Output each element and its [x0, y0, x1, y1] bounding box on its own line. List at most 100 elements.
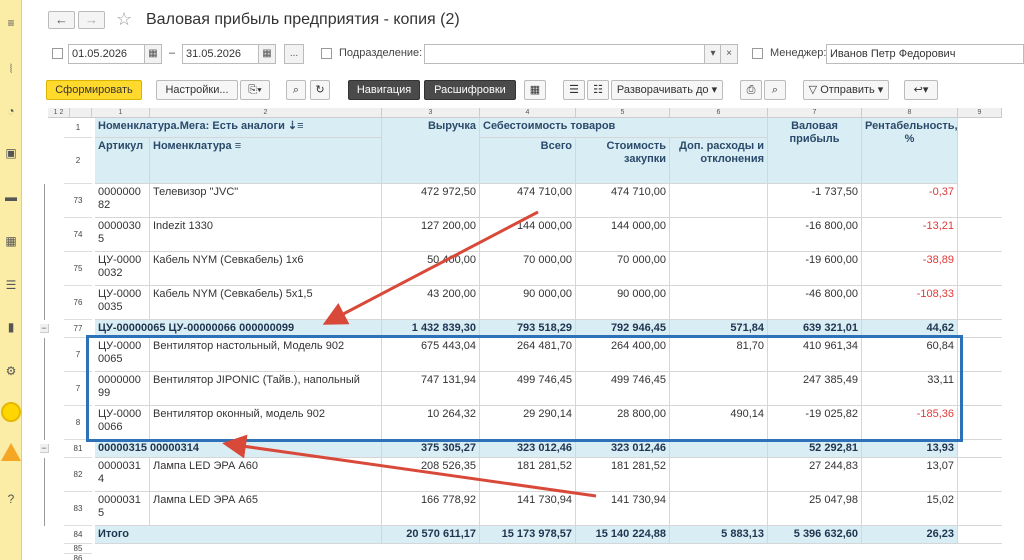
nomenclature-group-header[interactable]: Номенклатура.Мега: Есть аналоги ⇣≡ [95, 118, 382, 138]
revenue-cell[interactable]: 375 305,27 [382, 440, 480, 458]
cost-purchase-cell[interactable]: 181 281,52 [576, 458, 670, 492]
cost-purchase-header[interactable]: Стоимость закупки [576, 138, 670, 184]
cost-total-cell[interactable]: 474 710,00 [480, 184, 576, 218]
cart-icon[interactable]: ▬ [2, 188, 20, 206]
cost-extra-cell[interactable] [670, 458, 768, 492]
decode-button[interactable]: Расшифровки [424, 80, 516, 100]
revenue-cell[interactable]: 50 400,00 [382, 252, 480, 286]
collapse-group-button[interactable]: − [40, 324, 49, 333]
calendar-from-icon[interactable]: ▦ [144, 44, 162, 64]
cost-total-cell[interactable]: 70 000,00 [480, 252, 576, 286]
cost-extra-cell[interactable] [670, 440, 768, 458]
gross-profit-cell[interactable]: -19 600,00 [768, 252, 862, 286]
navigation-button[interactable]: Навигация [348, 80, 420, 100]
nomenclature-header[interactable]: Номенклатура ≡ [150, 138, 382, 184]
cost-total-cell[interactable]: 323 012,46 [480, 440, 576, 458]
period-checkbox[interactable] [52, 48, 63, 59]
cost-extra-cell[interactable] [670, 218, 768, 252]
article-cell[interactable]: 0000031 4 [95, 458, 150, 492]
cost-purchase-cell[interactable]: 323 012,46 [576, 440, 670, 458]
outline-level-buttons[interactable]: 1 2 [48, 108, 70, 118]
nomenclature-cell[interactable]: Кабель NYM (Севкабель) 5х1,5 [150, 286, 382, 320]
cost-extra-cell[interactable]: 5 883,13 [670, 526, 768, 544]
cost-total-cell[interactable]: 141 730,94 [480, 492, 576, 526]
cost-total-cell[interactable]: 181 281,52 [480, 458, 576, 492]
cost-purchase-cell[interactable]: 90 000,00 [576, 286, 670, 320]
pie-icon[interactable]: ◔ [2, 102, 20, 120]
gross-profit-cell[interactable]: -1 737,50 [768, 184, 862, 218]
undo-button[interactable]: ↩▾ [904, 80, 938, 100]
article-cell[interactable]: 0000031 5 [95, 492, 150, 526]
division-clear-icon[interactable]: × [720, 44, 738, 64]
collapse-icon[interactable]: ☷ [587, 80, 609, 100]
profitability-cell[interactable]: 13,93 [862, 440, 958, 458]
cost-purchase-cell[interactable]: 141 730,94 [576, 492, 670, 526]
bar-chart-icon[interactable]: ▮ [2, 318, 20, 336]
cost-purchase-cell[interactable]: 474 710,00 [576, 184, 670, 218]
article-cell[interactable]: ЦУ-0000 0035 [95, 286, 150, 320]
profitability-header[interactable]: Рентабельность, % [862, 118, 958, 184]
gear-icon[interactable]: ⚙ [2, 362, 20, 380]
article-cell[interactable]: 0000030 5 [95, 218, 150, 252]
article-cell[interactable]: ЦУ-0000 0032 [95, 252, 150, 286]
cost-total-header[interactable]: Всего [480, 138, 576, 184]
generate-button[interactable]: Сформировать [46, 80, 142, 100]
forward-button[interactable]: → [78, 11, 105, 29]
send-button[interactable]: ▽ Отправить ▾ [803, 80, 889, 100]
date-to-field[interactable]: 31.05.2026 [182, 44, 260, 64]
profitability-cell[interactable]: -38,89 [862, 252, 958, 286]
nomenclature-cell[interactable]: Лампа LED ЭРА А65 [150, 492, 382, 526]
expand-to-button[interactable]: Разворачивать до ▾ [611, 80, 723, 100]
stack-icon[interactable]: ☰ [2, 276, 20, 294]
nomenclature-cell[interactable]: Телевизор "JVC" [150, 184, 382, 218]
group-label-cell[interactable]: 00000315 00000314 [95, 440, 382, 458]
gross-profit-cell[interactable]: 27 244,83 [768, 458, 862, 492]
profitability-cell[interactable]: 15,02 [862, 492, 958, 526]
settings-button[interactable]: Настройки... [156, 80, 238, 100]
cost-purchase-cell[interactable]: 15 140 224,88 [576, 526, 670, 544]
favorite-star-icon[interactable]: ☆ [116, 9, 132, 29]
profitability-cell[interactable]: -0,37 [862, 184, 958, 218]
cost-extra-cell[interactable] [670, 252, 768, 286]
gross-profit-cell[interactable]: 25 047,98 [768, 492, 862, 526]
revenue-cell[interactable]: 472 972,50 [382, 184, 480, 218]
article-cell[interactable]: 0000000 82 [95, 184, 150, 218]
profitability-cell[interactable]: -13,21 [862, 218, 958, 252]
nomenclature-cell[interactable]: Лампа LED ЭРА А60 [150, 458, 382, 492]
period-select-button[interactable]: ... [284, 44, 304, 64]
group-icon[interactable]: ☰ [563, 80, 585, 100]
nomenclature-cell[interactable]: Кабель NYM (Севкабель) 1х6 [150, 252, 382, 286]
calendar-to-icon[interactable]: ▦ [258, 44, 276, 64]
profitability-cell[interactable]: 13,07 [862, 458, 958, 492]
group-label-cell[interactable]: Итого [95, 526, 382, 544]
back-button[interactable]: ← [48, 11, 75, 29]
division-field[interactable] [424, 44, 706, 64]
preview-icon[interactable]: ⌕ [764, 80, 786, 100]
gross-profit-header[interactable]: Валовая прибыль [768, 118, 862, 184]
revenue-cell[interactable]: 166 778,92 [382, 492, 480, 526]
revenue-cell[interactable]: 127 200,00 [382, 218, 480, 252]
profitability-cell[interactable]: 26,23 [862, 526, 958, 544]
revenue-cell[interactable]: 20 570 611,17 [382, 526, 480, 544]
manager-checkbox[interactable] [752, 48, 763, 59]
revenue-cell[interactable]: 208 526,35 [382, 458, 480, 492]
menu-icon[interactable]: ≡ [2, 14, 20, 32]
article-header[interactable]: Артикул [95, 138, 150, 184]
cost-extra-header[interactable]: Доп. расходы и отклонения [670, 138, 768, 184]
nomenclature-cell[interactable]: Indezit 1330 [150, 218, 382, 252]
gross-profit-cell[interactable]: 52 292,81 [768, 440, 862, 458]
gross-profit-cell[interactable]: -16 800,00 [768, 218, 862, 252]
cost-purchase-cell[interactable]: 70 000,00 [576, 252, 670, 286]
coin-icon[interactable] [1, 402, 21, 422]
gross-profit-cell[interactable]: 5 396 632,60 [768, 526, 862, 544]
warning-icon[interactable] [1, 443, 21, 461]
revenue-header[interactable]: Выручка [382, 118, 480, 184]
cost-total-cell[interactable]: 90 000,00 [480, 286, 576, 320]
division-checkbox[interactable] [321, 48, 332, 59]
cost-extra-cell[interactable] [670, 184, 768, 218]
cost-total-cell[interactable]: 144 000,00 [480, 218, 576, 252]
search-icon[interactable]: ⌕ [286, 80, 306, 100]
manager-field[interactable]: Иванов Петр Федорович [826, 44, 1024, 64]
profitability-cell[interactable]: -108,33 [862, 286, 958, 320]
table-view-icon[interactable]: ▦ [524, 80, 546, 100]
